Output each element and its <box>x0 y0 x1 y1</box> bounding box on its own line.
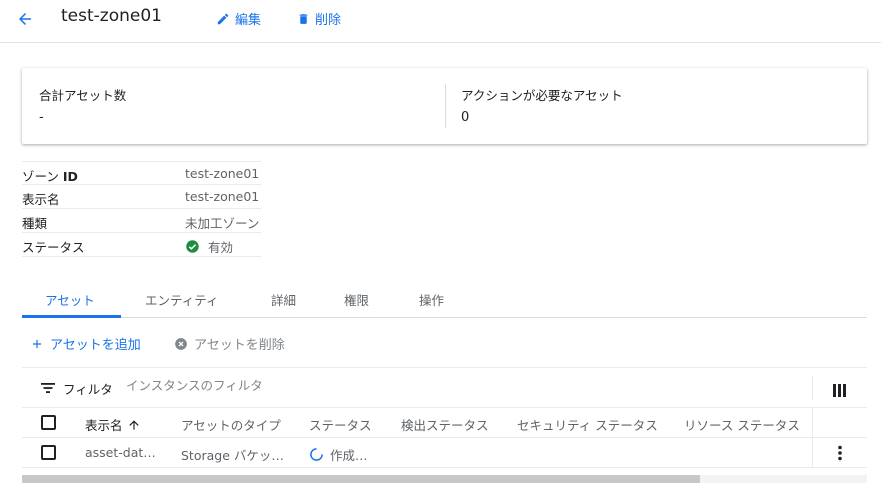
zone-id-label: ゾーン ID <box>22 169 78 184</box>
zone-details: ゾーン ID test-zone01 表示名 test-zone01 種類 未加… <box>22 161 261 257</box>
type-value: 未加工ゾーン <box>185 216 260 231</box>
column-display-button[interactable] <box>833 382 846 401</box>
sticky-column-separator <box>812 408 813 468</box>
action-needed-section: アクションが必要なアセット 0 <box>446 68 866 144</box>
page-title: test-zone01 <box>61 6 162 26</box>
cell-display-name[interactable]: asset-dat… <box>85 445 156 460</box>
active-tab-indicator <box>22 315 121 318</box>
delete-label: 削除 <box>315 13 342 28</box>
tab-entities[interactable]: エンティティ <box>145 290 219 309</box>
status-label: ステータス <box>22 240 85 255</box>
detail-row-type: 種類 未加工ゾーン <box>22 209 261 233</box>
select-all-checkbox[interactable] <box>41 415 56 430</box>
trash-icon <box>299 13 308 24</box>
cancel-circle-icon <box>175 337 187 350</box>
tab-assets[interactable]: アセット <box>45 290 95 309</box>
add-asset-button[interactable]: アセットを追加 <box>30 334 141 353</box>
edit-button[interactable]: 編集 <box>216 9 261 28</box>
table-header-row: 表示名 アセットのタイプ ステータス 検出ステータス セキュリティ ステータス … <box>22 408 867 438</box>
total-assets-section: 合計アセット数 - <box>22 68 445 144</box>
pencil-icon <box>217 13 229 24</box>
action-needed-value: 0 <box>461 110 470 125</box>
tab-operations[interactable]: 操作 <box>419 290 444 309</box>
tab-permissions[interactable]: 権限 <box>344 290 369 309</box>
column-header-resource-status[interactable]: リソース ステータス <box>684 415 800 434</box>
zone-id-value: test-zone01 <box>185 166 260 181</box>
filter-input[interactable] <box>126 378 726 393</box>
horizontal-scrollbar[interactable] <box>22 475 867 483</box>
detail-row-status: ステータス 有効 <box>22 233 261 257</box>
cell-status: 作成… <box>309 445 368 464</box>
plus-icon <box>32 339 42 348</box>
display-name-value: test-zone01 <box>185 189 260 204</box>
filter-separator <box>812 376 813 400</box>
total-assets-value: - <box>39 110 44 125</box>
row-checkbox[interactable] <box>41 445 56 460</box>
assets-table: 表示名 アセットのタイプ ステータス 検出ステータス セキュリティ ステータス … <box>22 408 867 468</box>
display-name-label: 表示名 <box>22 192 60 207</box>
table-row[interactable]: asset-dat… Storage バケッ… 作成… <box>22 438 867 468</box>
filter-bar: フィルタ <box>22 367 867 408</box>
status-value: 有効 <box>185 237 233 256</box>
row-actions-button[interactable] <box>835 445 845 464</box>
add-asset-label: アセットを追加 <box>50 338 141 353</box>
column-header-asset-type[interactable]: アセットのタイプ <box>181 415 281 434</box>
filter-label: フィルタ <box>63 382 113 397</box>
more-vert-icon <box>838 445 842 461</box>
column-display-icon <box>833 384 846 397</box>
action-needed-label: アクションが必要なアセット <box>461 88 623 103</box>
status-value-text: 有効 <box>208 240 234 255</box>
arrow-left-icon <box>19 13 31 25</box>
cell-asset-type: Storage バケッ… <box>181 448 284 463</box>
filter-lines-icon <box>41 383 55 393</box>
summary-card: 合計アセット数 - アクションが必要なアセット 0 <box>22 68 867 144</box>
delete-asset-label: アセットを削除 <box>194 338 285 353</box>
total-assets-label: 合計アセット数 <box>39 88 127 103</box>
type-label: 種類 <box>22 216 48 231</box>
edit-label: 編集 <box>235 13 262 28</box>
delete-asset-button[interactable]: アセットを削除 <box>174 334 285 353</box>
column-header-security-status[interactable]: セキュリティ ステータス <box>517 415 658 434</box>
arrow-up-icon <box>128 419 139 430</box>
detail-row-zone-id: ゾーン ID test-zone01 <box>22 161 261 185</box>
tab-bar: アセット エンティティ 詳細 権限 操作 <box>22 283 867 318</box>
column-header-display-name[interactable]: 表示名 <box>85 415 141 434</box>
spinner-icon <box>310 448 323 461</box>
cell-status-text: 作成… <box>330 448 368 463</box>
page-header: test-zone01 編集 削除 <box>0 0 881 43</box>
detail-row-display-name: 表示名 test-zone01 <box>22 185 261 209</box>
column-header-status[interactable]: ステータス <box>309 415 372 434</box>
column-header-discovery-status[interactable]: 検出ステータス <box>401 415 489 434</box>
delete-button[interactable]: 削除 <box>297 9 341 28</box>
back-button[interactable] <box>14 8 36 30</box>
tab-details[interactable]: 詳細 <box>271 290 296 309</box>
scrollbar-thumb[interactable] <box>22 475 700 483</box>
check-circle-icon <box>186 240 199 253</box>
